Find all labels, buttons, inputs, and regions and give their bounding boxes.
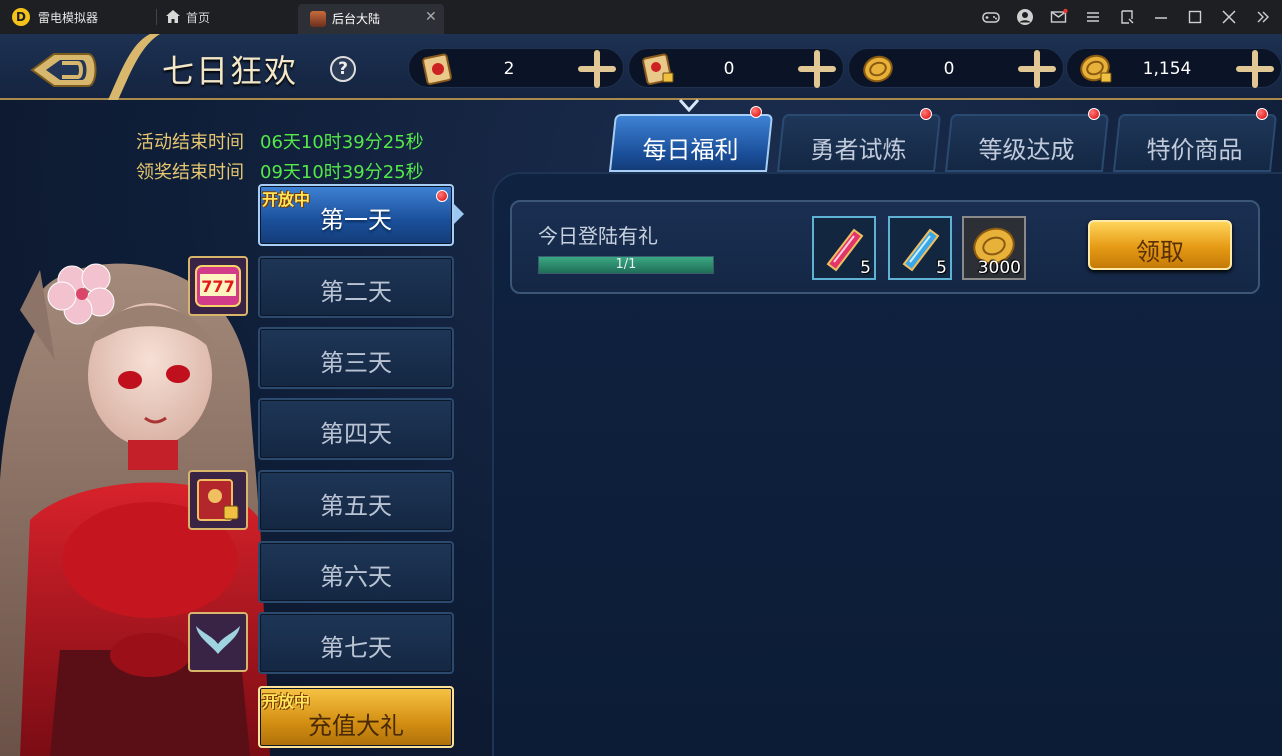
- selected-arrow-icon: [454, 204, 464, 224]
- tab-special-offers[interactable]: 特价商品: [1112, 114, 1278, 172]
- emulator-app-name: 雷电模拟器: [38, 11, 99, 25]
- day-button-1[interactable]: 第一天 开放中: [258, 184, 454, 246]
- tab-label: 等级达成: [978, 136, 1075, 164]
- page-title: 七日狂欢: [162, 52, 299, 90]
- reward-end-timer: 领奖结束时间 09天10时39分25秒: [136, 158, 424, 184]
- scroll-icon: [422, 53, 452, 85]
- day-label: 第二天: [320, 278, 392, 306]
- currency-value: 0: [943, 59, 955, 79]
- notification-dot: [1088, 108, 1100, 120]
- day-button-2[interactable]: 第二天: [258, 256, 454, 318]
- notification-dot: [436, 190, 448, 202]
- reward-end-label: 领奖结束时间: [136, 162, 244, 183]
- svg-text:777: 777: [201, 277, 234, 296]
- currency-scroll: 2: [408, 48, 624, 88]
- add-currency-button[interactable]: [1017, 49, 1057, 89]
- open-tag: 开放中: [262, 692, 311, 711]
- wings-badge-icon[interactable]: [188, 612, 248, 672]
- close-tab-icon[interactable]: ✕: [425, 9, 437, 25]
- claim-button[interactable]: 领取: [1088, 220, 1232, 270]
- task-progress-bar: 1/1: [538, 256, 714, 274]
- currency-value: 2: [503, 59, 515, 79]
- reward-item[interactable]: 3000: [962, 216, 1026, 280]
- window-shrink-icon[interactable]: [1118, 8, 1136, 26]
- open-tag: 开放中: [262, 190, 311, 209]
- active-tab-pointer-icon: [678, 98, 700, 113]
- day-button-4[interactable]: 第四天: [258, 398, 454, 460]
- gold-coin-icon: [863, 55, 893, 83]
- currency-value: 0: [723, 59, 735, 79]
- reward-count: 5: [860, 258, 871, 278]
- activity-end-label: 活动结束时间: [136, 132, 244, 153]
- currency-value: 1,154: [1142, 59, 1192, 79]
- day-button-7[interactable]: 第七天: [258, 612, 454, 674]
- add-currency-button[interactable]: [797, 49, 837, 89]
- tab-daily-benefits[interactable]: 每日福利: [608, 114, 774, 172]
- minimize-icon[interactable]: [1152, 8, 1170, 26]
- tab-label: 勇者试炼: [810, 136, 907, 164]
- claim-label: 领取: [1136, 238, 1184, 266]
- top-header: 七日狂欢 ? 2 0 0 1,154: [0, 34, 1282, 100]
- locked-book-badge-icon[interactable]: [188, 470, 248, 530]
- reward-end-value: 09天10时39分25秒: [260, 162, 424, 183]
- reward-count: 3000: [977, 258, 1021, 278]
- home-tab-label[interactable]: 首页: [186, 9, 210, 26]
- menu-icon[interactable]: [1084, 8, 1102, 26]
- tab-label: 特价商品: [1146, 136, 1243, 164]
- game-tab-label: 后台大陆: [332, 12, 381, 26]
- header-ornament: [108, 34, 160, 100]
- day-button-3[interactable]: 第三天: [258, 327, 454, 389]
- mail-icon[interactable]: [1050, 8, 1068, 26]
- user-avatar-icon[interactable]: [1016, 8, 1034, 26]
- day-label: 第五天: [320, 492, 392, 520]
- day-label: 第六天: [320, 563, 392, 591]
- add-currency-button[interactable]: [1235, 49, 1275, 89]
- emulator-titlebar: D 雷电模拟器 首页 后台大陆 ✕: [0, 0, 1282, 34]
- notification-dot: [920, 108, 932, 120]
- task-title: 今日登陆有礼: [538, 224, 658, 248]
- tab-hero-trial[interactable]: 勇者试炼: [776, 114, 942, 172]
- titlebar-divider: [156, 9, 157, 25]
- day-label: 第三天: [320, 349, 392, 377]
- game-tab[interactable]: 后台大陆 ✕: [298, 4, 444, 34]
- expand-sidebar-icon[interactable]: [1254, 8, 1272, 26]
- reward-item[interactable]: 5: [888, 216, 952, 280]
- task-row: 今日登陆有礼 1/1 5 5 3000 领取: [510, 200, 1260, 294]
- game-app-icon: [310, 11, 326, 27]
- emulator-logo-icon: D: [12, 8, 30, 26]
- reward-count: 5: [936, 258, 947, 278]
- activity-end-value: 06天10时39分25秒: [260, 132, 424, 153]
- home-icon[interactable]: [166, 10, 180, 23]
- day-button-6[interactable]: 第六天: [258, 541, 454, 603]
- day-label: 第七天: [320, 634, 392, 662]
- day-label: 第四天: [320, 420, 392, 448]
- tab-level-achievement[interactable]: 等级达成: [944, 114, 1110, 172]
- locked-coin-icon: [1080, 54, 1112, 83]
- gamepad-icon[interactable]: [982, 8, 1000, 26]
- currency-locked-scroll: 0: [628, 48, 844, 88]
- tab-label: 每日福利: [642, 136, 739, 164]
- day-button-5[interactable]: 第五天: [258, 470, 454, 532]
- activity-end-timer: 活动结束时间 06天10时39分25秒: [136, 128, 424, 154]
- help-button[interactable]: ?: [330, 56, 356, 82]
- currency-coin: 0: [848, 48, 1064, 88]
- notification-dot: [1256, 108, 1268, 120]
- game-viewport: 七日狂欢 ? 2 0 0 1,154 活动结束时间 06天10时39分25秒 领奖…: [0, 34, 1282, 756]
- locked-scroll-icon: [642, 53, 674, 85]
- currency-locked-coin: 1,154: [1066, 48, 1282, 88]
- reward-item[interactable]: 5: [812, 216, 876, 280]
- slot-machine-badge-icon[interactable]: 777: [188, 256, 248, 316]
- recharge-gift-button[interactable]: 充值大礼 开放中: [258, 686, 454, 748]
- close-window-icon[interactable]: [1220, 8, 1238, 26]
- progress-text: 1/1: [615, 257, 637, 272]
- notification-dot: [750, 106, 762, 118]
- add-currency-button[interactable]: [577, 49, 617, 89]
- back-button[interactable]: [26, 48, 98, 92]
- maximize-icon[interactable]: [1186, 8, 1204, 26]
